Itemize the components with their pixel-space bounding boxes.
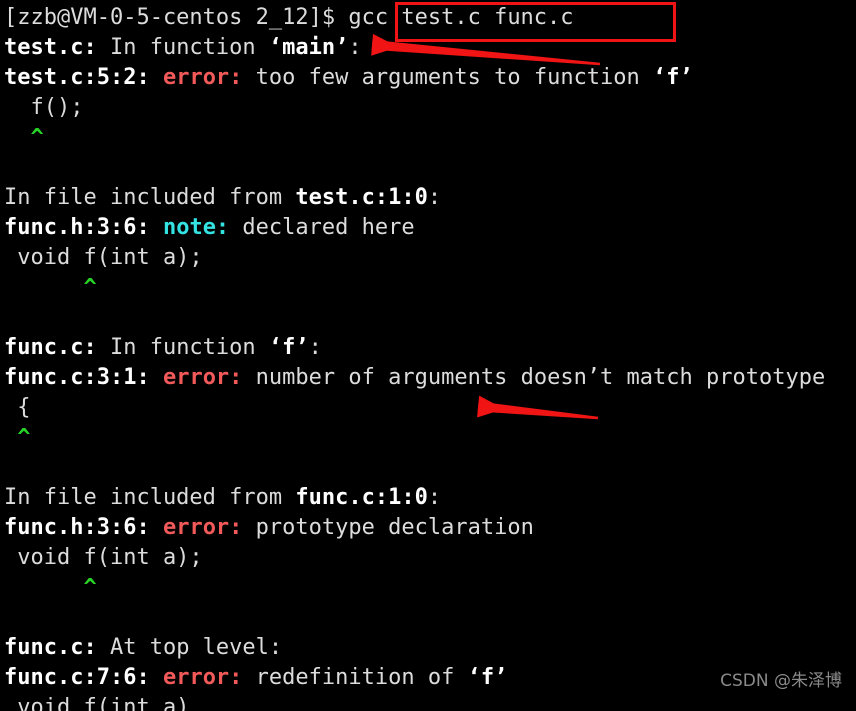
text-segment: : <box>348 35 362 60</box>
text-segment: func.c:7:6: <box>4 665 163 690</box>
line-source-f-call: f(); <box>0 93 856 123</box>
text-segment: In file included from <box>4 185 296 210</box>
text-segment: In file included from <box>4 485 296 510</box>
text-segment: note: <box>162 215 230 240</box>
text-segment: redefinition of <box>242 665 468 690</box>
text-segment: ‘f’ <box>268 335 309 360</box>
text-segment: ^ <box>4 125 44 150</box>
line-caret-1: ^ <box>0 123 856 153</box>
text-segment: : <box>427 485 442 510</box>
text-segment: error: <box>162 65 243 90</box>
text-segment: error: <box>162 365 243 390</box>
text-segment: func.h:3:6: <box>4 215 163 240</box>
terminal-window: [zzb@VM-0-5-centos 2_12]$ gcc test.c fun… <box>0 0 856 711</box>
line-source-void-f-int-a-semi-1: void f(int a); <box>0 243 856 273</box>
text-segment: ^ <box>4 275 97 300</box>
text-segment: declared here <box>229 215 415 240</box>
text-segment: [zzb@VM-0-5-centos 2_12]$ <box>4 5 349 30</box>
line-funch-3-6-note-declared: func.h:3:6: note: declared here <box>0 213 856 243</box>
text-segment: func.c:1:0 <box>295 485 428 510</box>
text-segment: gcc test.c func.c <box>348 5 574 30</box>
text-segment <box>4 605 17 630</box>
text-segment: void f(int a); <box>4 545 203 570</box>
line-blank-2 <box>0 303 856 333</box>
line-testc-5-2-error: test.c:5:2: error: too few arguments to … <box>0 63 856 93</box>
text-segment: too few arguments to function <box>242 65 654 90</box>
line-blank-3 <box>0 453 856 483</box>
line-included-from-funcc: In file included from func.c:1:0: <box>0 483 856 513</box>
text-segment: : <box>427 185 442 210</box>
text-segment: ‘f’ <box>467 665 508 690</box>
text-segment: error: <box>162 515 243 540</box>
text-segment: error: <box>162 665 243 690</box>
text-segment: In function <box>96 335 269 360</box>
text-segment: At top level: <box>96 635 283 660</box>
text-segment <box>4 455 17 480</box>
line-blank-4 <box>0 603 856 633</box>
text-segment: ‘main’ <box>268 35 349 60</box>
text-segment: ‘f’ <box>653 65 693 90</box>
line-funcc-3-1-error-argcount: func.c:3:1: error: number of arguments d… <box>0 363 856 393</box>
line-testc-in-function-main: test.c: In function ‘main’: <box>0 33 856 63</box>
line-caret-4: ^ <box>0 573 856 603</box>
line-funch-3-6-error-prototype: func.h:3:6: error: prototype declaration <box>0 513 856 543</box>
text-segment: test.c: <box>4 35 97 60</box>
line-caret-2: ^ <box>0 273 856 303</box>
text-segment: ^ <box>4 425 31 450</box>
text-segment: { <box>4 395 31 420</box>
line-funcc-at-top-level: func.c: At top level: <box>0 633 856 663</box>
line-prompt: [zzb@VM-0-5-centos 2_12]$ gcc test.c fun… <box>0 3 856 33</box>
text-segment: In function <box>96 35 269 60</box>
text-segment: func.c: <box>4 335 97 360</box>
line-source-void-f-int-a: void f(int a) <box>0 693 856 711</box>
terminal-output[interactable]: [zzb@VM-0-5-centos 2_12]$ gcc test.c fun… <box>0 0 856 711</box>
text-segment: func.c: <box>4 635 97 660</box>
text-segment: func.h:3:6: <box>4 515 163 540</box>
text-segment: test.c:5:2: <box>4 65 163 90</box>
text-segment <box>4 155 17 180</box>
text-segment: f(); <box>4 95 84 120</box>
line-blank-1 <box>0 153 856 183</box>
line-source-void-f-int-a-semi-2: void f(int a); <box>0 543 856 573</box>
text-segment: void f(int a); <box>4 245 203 270</box>
line-source-open-brace: { <box>0 393 856 423</box>
text-segment: test.c:1:0 <box>295 185 428 210</box>
text-segment: prototype declaration <box>242 515 534 540</box>
text-segment: func.c:3:1: <box>4 365 163 390</box>
text-segment <box>4 305 17 330</box>
csdn-watermark: CSDN @朱泽博 <box>720 671 842 691</box>
line-caret-3: ^ <box>0 423 856 453</box>
text-segment: ^ <box>4 575 97 600</box>
text-segment: number of arguments doesn’t match protot… <box>242 365 826 390</box>
line-funcc-in-function-f: func.c: In function ‘f’: <box>0 333 856 363</box>
line-included-from-testc: In file included from test.c:1:0: <box>0 183 856 213</box>
text-segment: void f(int a) <box>4 695 190 711</box>
text-segment: : <box>308 335 322 360</box>
